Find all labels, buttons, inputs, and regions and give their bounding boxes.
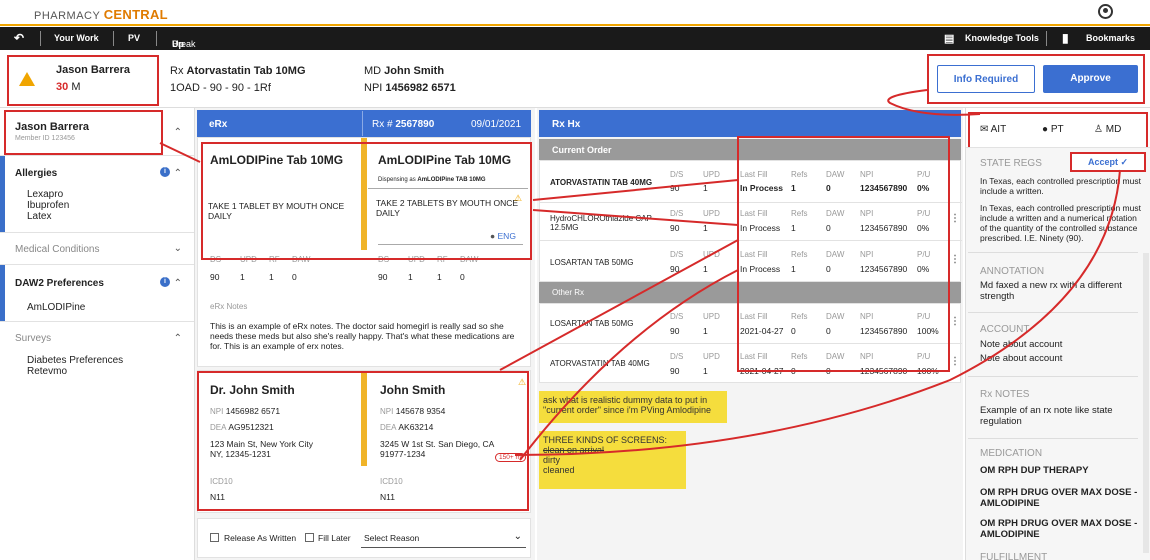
allergy-item: Latex: [27, 211, 52, 222]
kebab-menu-icon[interactable]: ⋮: [950, 316, 960, 327]
right-panel: ✉ AIT ● PT ♙ MD STATE REGS Accept ✓ In T…: [965, 108, 1150, 560]
tab-ait[interactable]: ✉ AIT: [980, 124, 1006, 135]
sticky-note-2: THREE KINDS OF SCREENS: clean on arrival…: [539, 431, 686, 489]
rx-notes-heading: Rx NOTES: [980, 389, 1030, 400]
state-regs-text-2: In Texas, each controlled prescription m…: [980, 203, 1141, 243]
bookmark-icon: ▮: [1062, 31, 1069, 45]
fill-later-checkbox[interactable]: [305, 533, 314, 542]
state-regs-heading: STATE REGS: [980, 158, 1042, 169]
release-as-written-label: Release As Written: [224, 533, 297, 543]
erx-notes: This is an example of eRx notes. The doc…: [210, 321, 515, 351]
scrollbar[interactable]: [1143, 253, 1149, 553]
top-bar: PHARMACY CENTRAL: [0, 0, 1150, 26]
erx-column: eRx Rx # 2567890 09/01/2021 AmLODIPine T…: [195, 108, 535, 560]
doctor-icon: ♙: [1094, 124, 1103, 135]
fill-later-label: Fill Later: [318, 533, 351, 543]
survey-item[interactable]: Diabetes Preferences: [27, 355, 123, 366]
chevron-up-icon[interactable]: ⌃: [174, 333, 182, 344]
daw2-section: DAW2 Preferences i ⌃ AmLODIPine: [0, 265, 194, 322]
right-content: STATE REGS Accept ✓ In Texas, each contr…: [966, 148, 1150, 560]
medication-alert[interactable]: OM RPH DRUG OVER MAX DOSE - AMLODIPINE: [980, 518, 1145, 540]
release-bar: Release As Written Fill Later Select Rea…: [197, 518, 531, 558]
medical-conditions-title: Medical Conditions: [15, 244, 100, 255]
medication-heading: MEDICATION: [980, 448, 1043, 459]
person-icon: ●: [1042, 124, 1049, 135]
allergy-item: Lexapro: [27, 189, 64, 200]
chevron-up-icon[interactable]: ⌃: [174, 278, 182, 289]
warning-icon: [19, 72, 35, 86]
rx-drug: Rx Atorvastatin Tab 10MG: [170, 65, 306, 77]
chevron-up-icon[interactable]: ⌃: [174, 127, 182, 138]
book-icon: ▤: [944, 33, 955, 45]
sidebar-patient-name: Jason Barrera: [15, 121, 89, 133]
md-name: MD John Smith: [364, 65, 445, 77]
chevron-down-icon: ⌄: [513, 531, 522, 542]
patient-age-sex: 30 M: [56, 81, 81, 93]
surveys-title: Surveys: [15, 333, 52, 344]
rxhx-header: Rx Hx: [539, 110, 961, 137]
erx-rx-number: Rx # 2567890: [372, 119, 435, 130]
app-logo: PHARMACY CENTRAL: [34, 7, 168, 22]
kebab-menu-icon[interactable]: ⋮: [950, 356, 960, 367]
left-panel: Jason Barrera Member ID 123456 ⌃ Allergi…: [0, 108, 195, 560]
survey-item[interactable]: Retevmo: [27, 366, 123, 377]
chevron-up-icon[interactable]: ⌃: [174, 168, 182, 179]
surveys-section: Surveys ⌃ Diabetes Preferences Retevmo: [0, 322, 194, 382]
annotation-box-rxhx: [737, 136, 950, 372]
nav-bar: ↶ Your Work PV Up Next: Break 10:00 AM C…: [0, 27, 1150, 79]
erx-date: 09/01/2021: [471, 119, 522, 130]
medication-alert[interactable]: OM RPH DUP THERAPY: [980, 465, 1145, 476]
allergies-section: Allergies i ⌃ Lexapro Ibuprofen Latex: [0, 156, 194, 233]
rxhx-column: Rx Hx Current Order ATORVASTATIN TAB 40M…: [537, 108, 963, 560]
chevron-down-icon[interactable]: ⌄: [174, 243, 182, 254]
back-arrow-icon[interactable]: ↶: [14, 31, 24, 45]
allergy-list: Lexapro Ibuprofen Latex: [27, 189, 69, 222]
survey-list: Diabetes Preferences Retevmo: [27, 355, 123, 377]
tab-pt[interactable]: ● PT: [1042, 124, 1064, 135]
rx-notes-text: Example of an rx note like state regulat…: [980, 405, 1113, 427]
annotation-box-prescriber: [197, 371, 529, 511]
tab-md[interactable]: ♙ MD: [1094, 124, 1121, 135]
allergies-title: Allergies: [15, 168, 58, 179]
annotation-box-erx: [201, 142, 532, 260]
annotation-heading: ANNOTATION: [980, 266, 1045, 277]
md-npi: NPI 1456982 6571: [364, 82, 456, 94]
annotation-text: Md faxed a new rx with a different stren…: [980, 280, 1122, 302]
user-account-icon[interactable]: [1098, 4, 1113, 19]
info-icon[interactable]: i: [160, 277, 170, 287]
mail-icon: ✉: [980, 124, 989, 135]
kebab-menu-icon[interactable]: ⋮: [950, 213, 960, 224]
rx-sig: 1OAD - 90 - 90 - 1Rf: [170, 82, 271, 94]
kebab-menu-icon[interactable]: ⋮: [950, 254, 960, 265]
allergy-item: Ibuprofen: [27, 200, 70, 211]
info-required-button[interactable]: Info Required: [937, 65, 1035, 93]
info-icon[interactable]: i: [160, 167, 170, 177]
nav-knowledge-tools[interactable]: Knowledge Tools: [965, 33, 1039, 43]
account-note-1: Note about account: [980, 339, 1063, 350]
nav-pv[interactable]: PV: [128, 33, 140, 43]
daw2-title: DAW2 Preferences: [15, 278, 104, 289]
nav-bookmarks[interactable]: Bookmarks: [1086, 33, 1135, 43]
nav-your-work[interactable]: Your Work: [54, 33, 99, 43]
medical-conditions-section[interactable]: Medical Conditions ⌄: [0, 233, 194, 265]
account-note-2: Note about account: [980, 353, 1063, 364]
rx-header: Jason Barrera 30 M Rx Atorvastatin Tab 1…: [0, 50, 1150, 108]
daw2-item: AmLODIPine: [27, 302, 86, 313]
erx-notes-label: eRx Notes: [210, 302, 248, 311]
fulfillment-heading: FULFILLMENT: [980, 552, 1048, 560]
erx-header: eRx Rx # 2567890 09/01/2021: [197, 110, 531, 137]
patient-section: Jason Barrera Member ID 123456 ⌃: [0, 108, 194, 156]
medication-alert[interactable]: OM RPH DRUG OVER MAX DOSE - AMLODIPINE: [980, 487, 1145, 509]
member-id: Member ID 123456: [15, 135, 75, 142]
state-regs-text-1: In Texas, each controlled prescription m…: [980, 176, 1141, 196]
account-heading: ACCOUNT: [980, 324, 1030, 335]
patient-name: Jason Barrera: [56, 64, 130, 76]
approve-button[interactable]: Approve: [1043, 65, 1138, 93]
accept-button[interactable]: Accept ✓: [1070, 152, 1146, 172]
release-as-written-checkbox[interactable]: [210, 533, 219, 542]
sticky-note-1: ask what is realistic dummy data to put …: [539, 391, 727, 423]
select-reason-dropdown[interactable]: Select Reason ⌄: [361, 528, 526, 548]
